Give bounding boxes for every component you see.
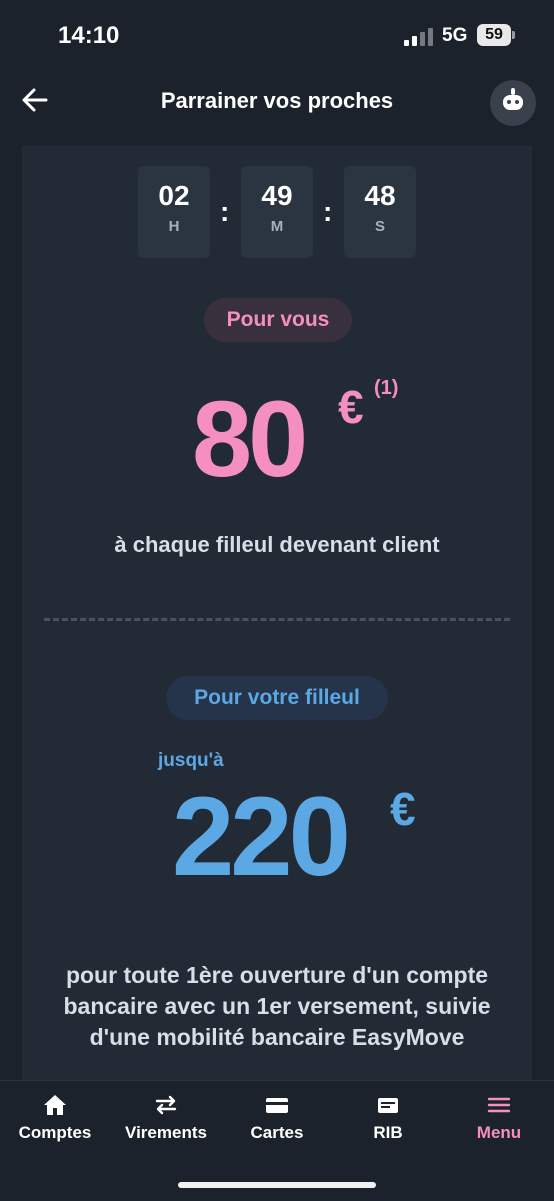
battery-icon: 59 xyxy=(477,24,515,46)
robot-icon[interactable] xyxy=(490,80,536,126)
countdown-hours-value: 02 xyxy=(158,180,190,211)
referrer-pill: Pour vous xyxy=(204,298,352,342)
referrer-amount: 80 xyxy=(192,378,308,499)
countdown-hours-unit: H xyxy=(168,218,180,235)
tab-cartes[interactable]: Cartes xyxy=(222,1093,332,1143)
tab-label: RIB xyxy=(373,1123,403,1142)
status-bar: 14:10 5G 59 xyxy=(0,0,554,74)
countdown-minutes: 49 M xyxy=(241,166,313,258)
tab-comptes[interactable]: Comptes xyxy=(0,1093,110,1143)
rib-icon xyxy=(333,1093,443,1121)
countdown-seconds-unit: S xyxy=(374,218,385,235)
countdown-minutes-value: 49 xyxy=(261,180,293,211)
transfer-icon xyxy=(111,1093,221,1121)
referee-currency: € xyxy=(390,783,416,835)
referee-description: pour toute 1ère ouverture d'un compte ba… xyxy=(63,962,491,1050)
countdown-minutes-unit: M xyxy=(270,218,284,235)
home-indicator[interactable] xyxy=(178,1182,376,1188)
tab-rib[interactable]: RIB xyxy=(333,1093,443,1143)
referee-prefix: jusqu'à xyxy=(158,750,224,771)
referee-amount: 220 xyxy=(172,774,351,899)
network-label: 5G xyxy=(442,25,468,46)
app-header: Parrainer vos proches xyxy=(0,74,554,148)
status-time: 14:10 xyxy=(58,22,120,49)
divider xyxy=(44,618,510,621)
referrer-currency: € xyxy=(338,381,364,433)
tab-label: Cartes xyxy=(250,1123,304,1142)
countdown-hours: 02 H xyxy=(138,166,210,258)
signal-icon xyxy=(404,28,434,46)
tab-label: Comptes xyxy=(18,1123,92,1142)
tab-menu[interactable]: Menu xyxy=(444,1093,554,1143)
home-icon xyxy=(0,1093,110,1121)
tab-virements[interactable]: Virements xyxy=(111,1093,221,1143)
countdown-separator: : xyxy=(220,196,230,227)
countdown-seconds: 48 S xyxy=(344,166,416,258)
tab-label: Menu xyxy=(476,1123,522,1142)
countdown-separator: : xyxy=(323,196,333,227)
card-icon xyxy=(222,1093,332,1121)
referee-pill: Pour votre filleul xyxy=(166,676,388,720)
referrer-description: à chaque filleul devenant client xyxy=(114,532,440,557)
menu-icon xyxy=(444,1093,554,1121)
page-title: Parrainer vos proches xyxy=(160,88,394,113)
referral-card xyxy=(22,146,532,1086)
referrer-footnote[interactable]: (1) xyxy=(374,377,398,400)
countdown-seconds-value: 48 xyxy=(364,180,396,211)
tab-label: Virements xyxy=(125,1123,207,1142)
